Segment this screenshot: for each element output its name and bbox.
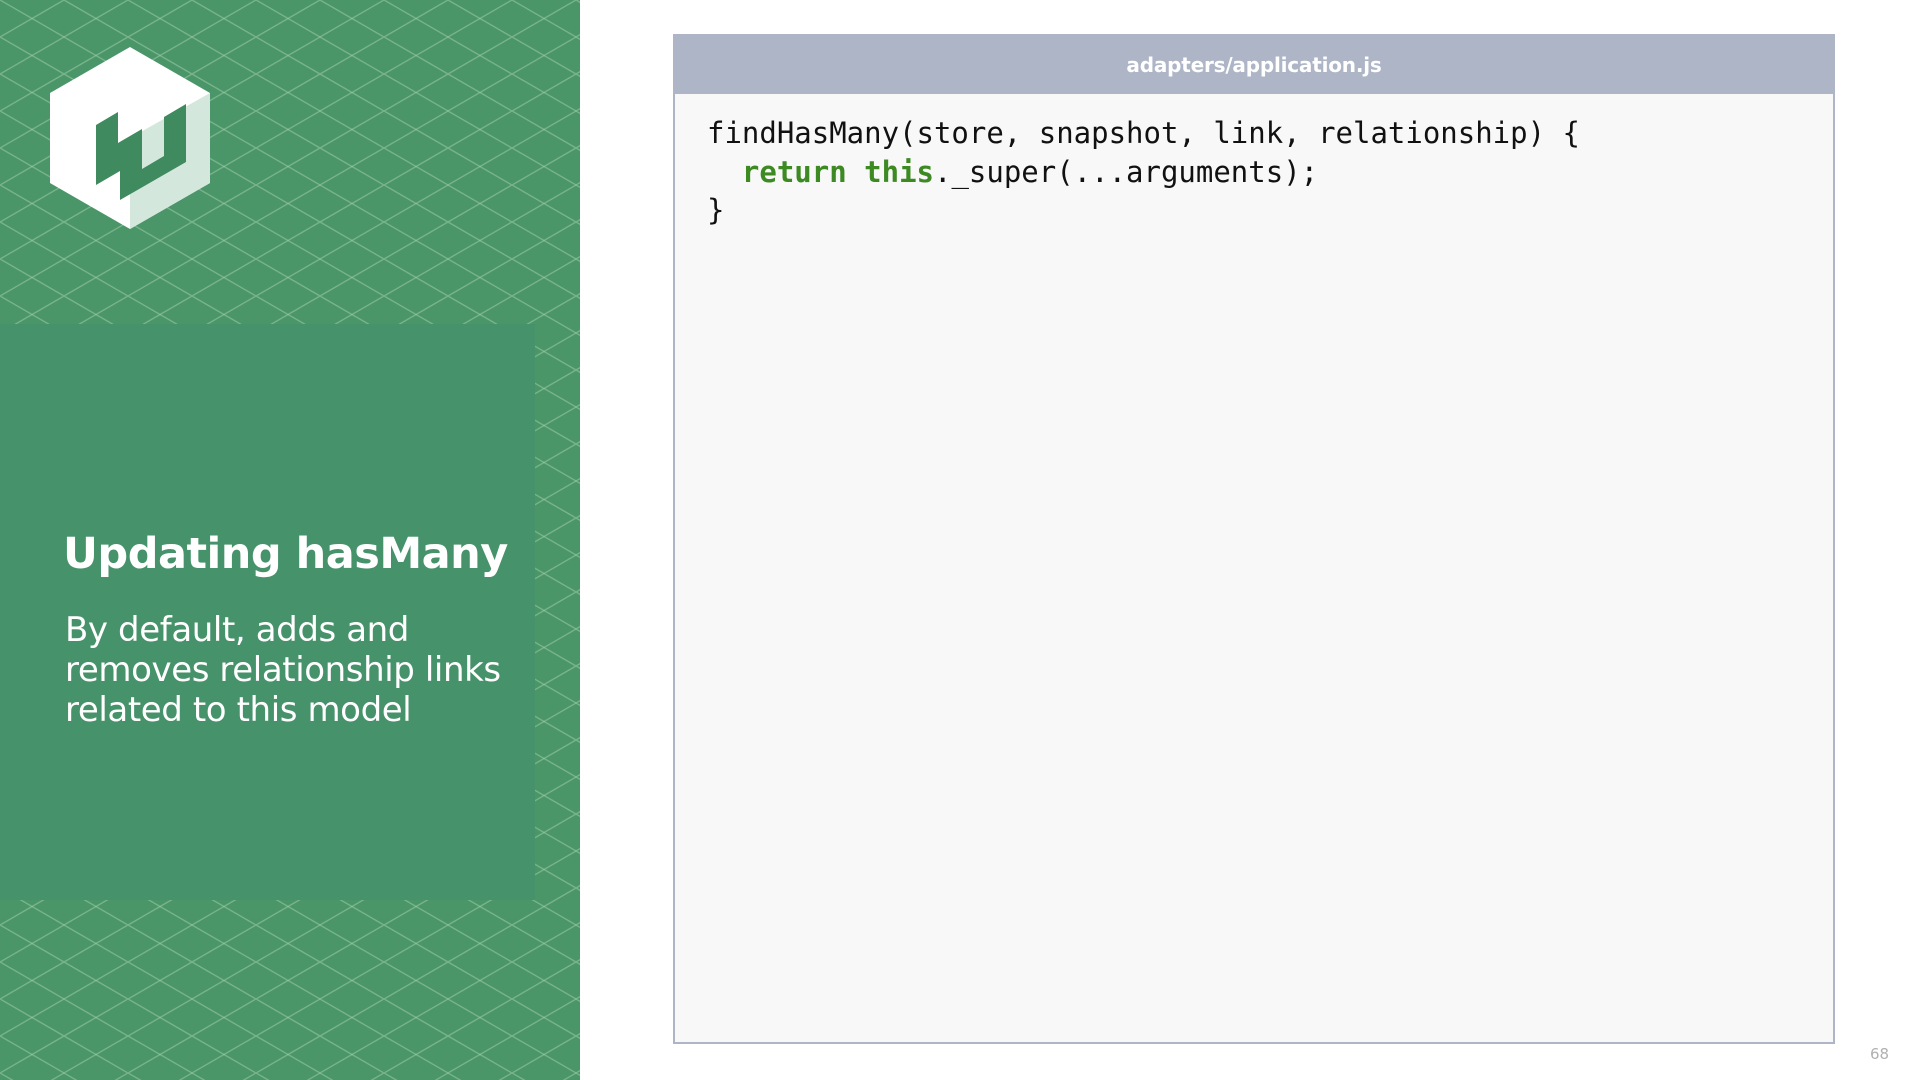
code-line: return this._super(...arguments); (707, 153, 1833, 192)
code-block: findHasMany(store, snapshot, link, relat… (675, 94, 1833, 230)
code-keyword: return (741, 154, 847, 189)
slide: Updating hasMany By default, adds and re… (0, 0, 1920, 1080)
code-line: } (707, 191, 1833, 230)
slide-description: By default, adds and removes relationshi… (65, 610, 501, 730)
code-card: adapters/application.js findHasMany(stor… (673, 34, 1835, 1044)
code-line: findHasMany(store, snapshot, link, relat… (707, 114, 1833, 153)
code-token: } (707, 193, 725, 227)
code-filename: adapters/application.js (675, 36, 1833, 94)
hexagon-n-logo-icon (50, 47, 210, 229)
page-number: 68 (1870, 1045, 1890, 1063)
code-keyword: this (864, 154, 934, 189)
code-token: ._super(...arguments); (934, 154, 1319, 189)
slide-title: Updating hasMany (63, 529, 508, 579)
sidebar: Updating hasMany By default, adds and re… (0, 0, 580, 1080)
code-token: findHasMany(store, snapshot, link, relat… (707, 116, 1580, 150)
